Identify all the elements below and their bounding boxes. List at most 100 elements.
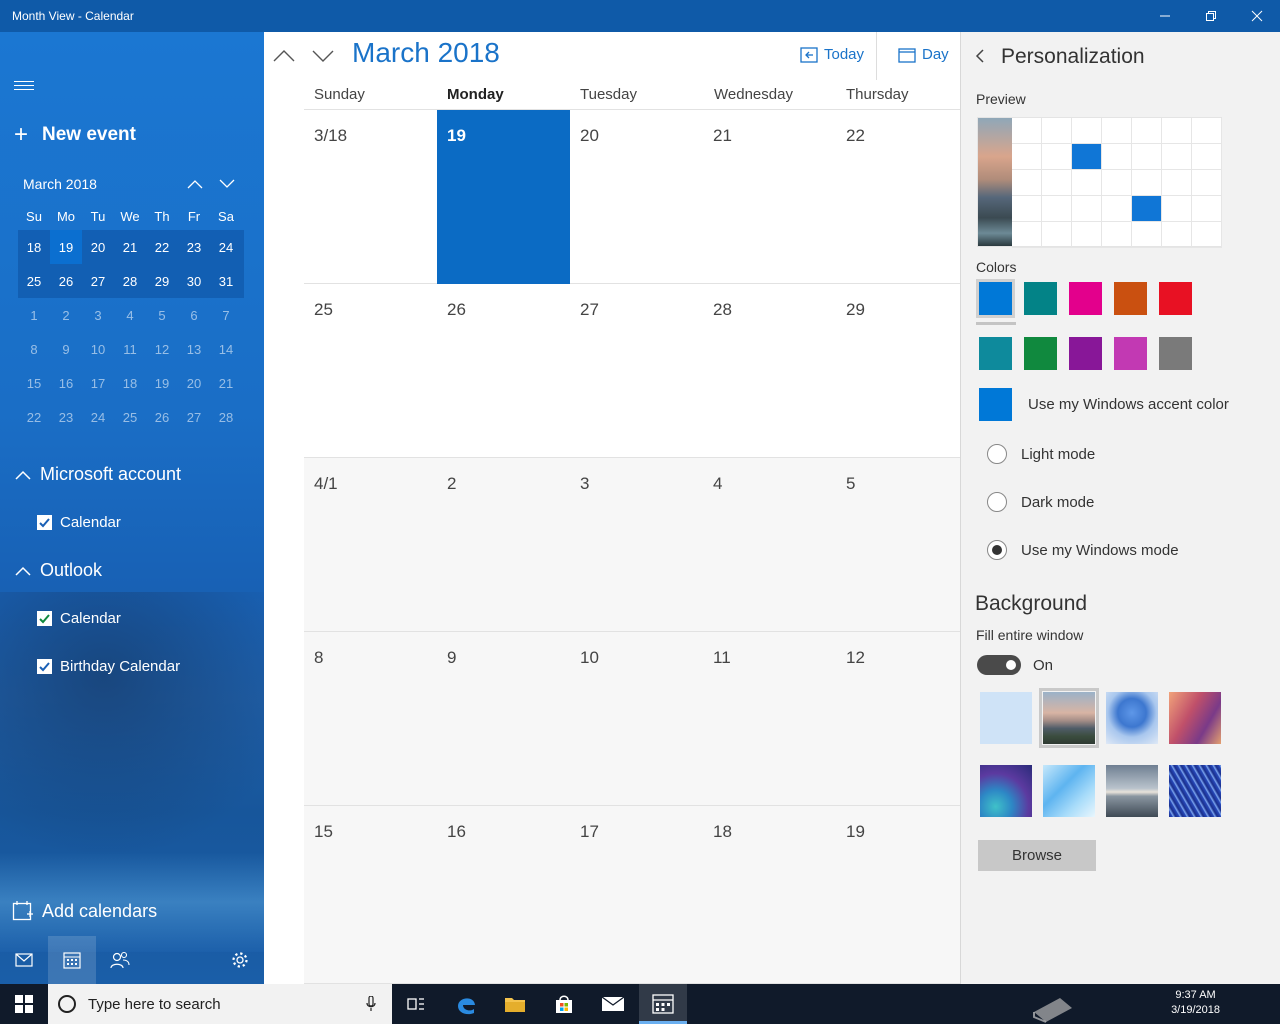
mini-day[interactable]: 25 [18,264,50,298]
store-button[interactable] [540,984,588,1024]
people-button[interactable] [96,936,144,984]
background-option-crystal[interactable] [1043,765,1095,817]
color-swatch[interactable] [1024,337,1057,370]
mini-day[interactable]: 3 [82,298,114,332]
mail-button[interactable] [0,936,48,984]
mini-day[interactable]: 7 [210,298,242,332]
settings-button[interactable] [216,936,264,984]
mini-day[interactable]: 23 [178,230,210,264]
mini-calendar-month[interactable]: March 2018 [23,176,97,192]
day-cell[interactable]: 3 [570,458,703,632]
windows-mode-radio[interactable]: Use my Windows mode [987,540,1179,560]
day-cell[interactable]: 4 [703,458,836,632]
mini-day[interactable]: 5 [146,298,178,332]
mini-day[interactable]: 11 [114,332,146,366]
mini-day[interactable]: 18 [18,230,50,264]
day-cell[interactable]: 19 [836,806,960,980]
mini-day[interactable]: 25 [114,400,146,434]
light-mode-radio[interactable]: Light mode [987,444,1095,464]
mini-day[interactable]: 26 [50,264,82,298]
mini-day[interactable]: 19 [146,366,178,400]
background-option-lake[interactable] [1106,765,1158,817]
mini-day[interactable]: 17 [82,366,114,400]
color-swatch[interactable] [1069,282,1102,315]
day-cell[interactable]: 4/1 [304,458,437,632]
calendar-toggle-outlook-calendar[interactable]: Calendar [37,610,121,627]
mini-day[interactable]: 31 [210,264,242,298]
task-view-button[interactable] [392,984,440,1024]
mini-day[interactable]: 23 [50,400,82,434]
color-swatch[interactable] [1114,337,1147,370]
mini-day[interactable]: 4 [114,298,146,332]
close-button[interactable] [1234,0,1280,32]
file-explorer-button[interactable] [491,984,539,1024]
mini-day[interactable]: 20 [82,230,114,264]
mini-day[interactable]: 13 [178,332,210,366]
calendar-toggle-birthday-calendar[interactable]: Birthday Calendar [37,658,180,675]
day-cell-today[interactable]: 19 [437,110,570,284]
color-swatch[interactable] [1114,282,1147,315]
calendar-taskbar-button[interactable] [639,984,687,1024]
day-cell[interactable]: 10 [570,632,703,806]
start-button[interactable] [0,984,48,1024]
mini-day[interactable]: 15 [18,366,50,400]
color-swatch[interactable] [1159,337,1192,370]
mini-day[interactable]: 27 [82,264,114,298]
mini-day[interactable]: 18 [114,366,146,400]
day-cell[interactable]: 9 [437,632,570,806]
mini-day[interactable]: 12 [146,332,178,366]
color-swatch-selected[interactable] [979,282,1012,315]
mini-day[interactable]: 22 [146,230,178,264]
mail-taskbar-button[interactable] [589,984,637,1024]
fill-window-toggle[interactable] [977,655,1021,675]
background-option-light-blue[interactable] [980,692,1032,744]
background-option-circles[interactable] [980,765,1032,817]
day-cell[interactable]: 5 [836,458,960,632]
day-cell[interactable]: 27 [570,284,703,458]
day-cell[interactable]: 2 [437,458,570,632]
back-button[interactable] [975,46,991,66]
next-month-button[interactable] [305,40,341,72]
day-cell[interactable]: 29 [836,284,960,458]
background-option-mountain[interactable] [1039,688,1099,748]
account-microsoft-toggle[interactable]: Microsoft account [14,464,181,485]
mini-day[interactable]: 26 [146,400,178,434]
day-cell[interactable]: 16 [437,806,570,980]
minimize-button[interactable] [1142,0,1188,32]
mini-day[interactable]: 27 [178,400,210,434]
calendar-app-button[interactable] [48,936,96,984]
day-cell[interactable]: 11 [703,632,836,806]
color-swatch[interactable] [1069,337,1102,370]
mini-day[interactable]: 20 [178,366,210,400]
mini-day[interactable]: 24 [82,400,114,434]
mini-calendar-next-button[interactable] [215,172,239,196]
mini-day-today[interactable]: 19 [50,230,82,264]
day-cell[interactable]: 25 [304,284,437,458]
mini-day[interactable]: 24 [210,230,242,264]
mini-calendar-previous-button[interactable] [183,172,207,196]
mini-day[interactable]: 1 [18,298,50,332]
new-event-button[interactable]: + New event [14,123,136,147]
microphone-icon[interactable] [366,996,376,1012]
mini-day[interactable]: 21 [210,366,242,400]
mini-day[interactable]: 21 [114,230,146,264]
mini-day[interactable]: 28 [114,264,146,298]
mini-day[interactable]: 30 [178,264,210,298]
hamburger-menu-icon[interactable] [14,78,34,98]
mini-day[interactable]: 2 [50,298,82,332]
background-option-lines[interactable] [1169,765,1221,817]
add-calendars-button[interactable]: Add calendars [12,900,157,922]
taskbar-search-box[interactable]: Type here to search [48,984,392,1024]
day-cell[interactable]: 8 [304,632,437,806]
system-clock[interactable]: 9:37 AM 3/19/2018 [1171,988,1220,1018]
day-cell[interactable]: 21 [703,110,836,284]
day-cell[interactable]: 3/18 [304,110,437,284]
dark-mode-radio[interactable]: Dark mode [987,492,1094,512]
day-view-button[interactable]: Day [898,46,949,63]
mini-day[interactable]: 6 [178,298,210,332]
mini-day[interactable]: 14 [210,332,242,366]
day-cell[interactable]: 18 [703,806,836,980]
calendar-toggle-microsoft-calendar[interactable]: Calendar [37,514,121,531]
color-swatch[interactable] [1159,282,1192,315]
previous-month-button[interactable] [266,40,302,72]
